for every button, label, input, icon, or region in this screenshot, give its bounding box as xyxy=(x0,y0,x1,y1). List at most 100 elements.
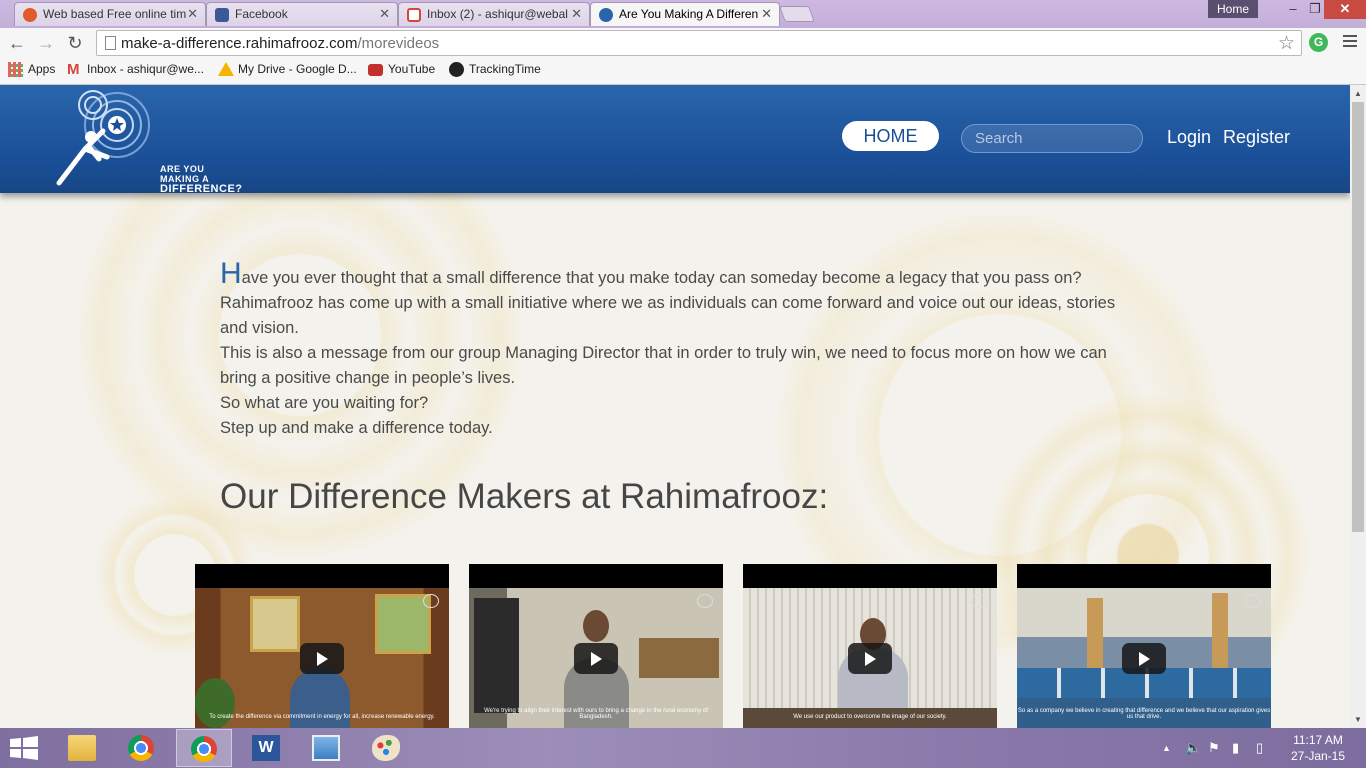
address-bar[interactable]: make-a-difference.rahimafrooz.com/morevi… xyxy=(96,30,1302,56)
tab-inbox[interactable]: Inbox (2) - ashiqur@webal ✕ xyxy=(398,2,590,26)
brand-watermark-icon xyxy=(1245,594,1261,608)
rahimafrooz-icon xyxy=(599,8,613,22)
tab-timer[interactable]: Web based Free online tim ✕ xyxy=(14,2,206,26)
chrome-icon xyxy=(128,735,154,761)
taskbar-chrome-active[interactable] xyxy=(176,729,232,767)
url-text: make-a-difference.rahimafrooz.com/morevi… xyxy=(121,35,440,52)
trackingtime-icon xyxy=(449,62,464,77)
close-tab-icon[interactable]: ✕ xyxy=(571,6,582,22)
search-input[interactable] xyxy=(961,124,1143,153)
intro-paragraph: So what are you waiting for? xyxy=(220,394,429,412)
login-link[interactable]: Login xyxy=(1167,127,1211,148)
forward-arrow-icon[interactable]: → xyxy=(35,32,57,54)
chrome-menu-icon[interactable] xyxy=(1343,35,1357,50)
back-arrow-icon[interactable]: ← xyxy=(6,32,28,54)
bookmark-google-drive[interactable]: My Drive - Google D... xyxy=(218,62,357,76)
video-thumbnail[interactable]: We're trying to align their interest wit… xyxy=(469,564,723,728)
intro-paragraph: Step up and make a difference today. xyxy=(220,419,493,437)
play-button-icon[interactable] xyxy=(1122,643,1166,674)
register-link[interactable]: Register xyxy=(1223,127,1290,148)
browser-tab-strip: Web based Free online tim ✕ Facebook ✕ I… xyxy=(0,0,1366,28)
brand-watermark-icon xyxy=(971,594,987,608)
taskbar-paint[interactable] xyxy=(358,729,414,767)
intro-line-1: Have you ever thought that a small diffe… xyxy=(220,257,1082,290)
gmail-icon: M xyxy=(67,61,80,78)
file-explorer-icon xyxy=(68,735,96,761)
tab-title: Web based Free online tim xyxy=(43,7,187,21)
bookmark-apps[interactable]: Apps xyxy=(8,62,55,77)
intro-text: Have you ever thought that a small diffe… xyxy=(220,257,1140,441)
battery-icon[interactable]: ▯ xyxy=(1256,740,1263,756)
show-hidden-icons[interactable]: ▲ xyxy=(1162,743,1171,753)
window-home-badge: Home xyxy=(1208,0,1258,18)
gmail-icon xyxy=(407,8,421,22)
photo-viewer-icon xyxy=(312,735,340,761)
tab-make-a-difference[interactable]: Are You Making A Differen ✕ xyxy=(590,2,780,26)
windows-taskbar: W ▲ 🔈 ⚑ ▮ ▯ 11:17 AM 27-Jan-15 xyxy=(0,728,1366,768)
drop-cap: H xyxy=(220,257,242,290)
close-tab-icon[interactable]: ✕ xyxy=(379,6,390,22)
system-clock[interactable]: 11:17 AM 27-Jan-15 xyxy=(1280,732,1356,764)
video-caption: To create the difference via commitment … xyxy=(209,714,435,720)
video-thumbnail[interactable]: We use our product to overcome the image… xyxy=(743,564,997,728)
network-signal-icon[interactable]: ▮ xyxy=(1232,740,1239,756)
bookmark-star-icon[interactable]: ☆ xyxy=(1278,32,1295,55)
site-header: ARE YOU MAKING A DIFFERENCE? HOME Login … xyxy=(0,85,1350,195)
page-icon xyxy=(105,36,116,50)
video-thumbnail[interactable]: So as a company we believe in creating t… xyxy=(1017,564,1271,728)
chrome-icon xyxy=(191,736,217,762)
bookmark-trackingtime[interactable]: TrackingTime xyxy=(449,62,541,77)
tab-facebook[interactable]: Facebook ✕ xyxy=(206,2,398,26)
apps-grid-icon xyxy=(8,62,23,77)
video-caption: We're trying to align their interest wit… xyxy=(484,708,708,720)
word-icon: W xyxy=(252,735,280,761)
intro-paragraph: This is also a message from our group Ma… xyxy=(220,344,1107,387)
windows-start-icon[interactable] xyxy=(10,736,38,760)
play-button-icon[interactable] xyxy=(574,643,618,674)
close-tab-icon[interactable]: ✕ xyxy=(187,6,198,22)
taskbar-photo-viewer[interactable] xyxy=(298,729,354,767)
web-page: ARE YOU MAKING A DIFFERENCE? HOME Login … xyxy=(0,85,1350,728)
play-button-icon[interactable] xyxy=(848,643,892,674)
site-logo[interactable]: ARE YOU MAKING A DIFFERENCE? xyxy=(55,87,242,195)
bookmarks-bar: Apps M Inbox - ashiqur@we... My Drive - … xyxy=(0,58,1366,85)
tab-title: Inbox (2) - ashiqur@webal xyxy=(427,7,568,21)
close-tab-icon[interactable]: ✕ xyxy=(761,6,772,22)
logo-wordmark: ARE YOU MAKING A DIFFERENCE? xyxy=(160,164,243,195)
screen: Web based Free online tim ✕ Facebook ✕ I… xyxy=(0,0,1366,768)
video-caption: So as a company we believe in creating t… xyxy=(1017,708,1271,720)
timer-icon xyxy=(23,8,37,22)
scroll-thumb[interactable] xyxy=(1352,102,1364,532)
bookmark-inbox[interactable]: M Inbox - ashiqur@we... xyxy=(67,61,204,78)
browser-toolbar: ← → ↻ make-a-difference.rahimafrooz.com/… xyxy=(0,28,1366,58)
taskbar-word[interactable]: W xyxy=(238,729,294,767)
tab-title: Facebook xyxy=(235,7,288,21)
grammarly-extension-icon[interactable]: G xyxy=(1309,33,1328,52)
new-tab-button[interactable] xyxy=(779,6,815,22)
section-title: Our Difference Makers at Rahimafrooz: xyxy=(220,477,829,516)
taskbar-chrome[interactable] xyxy=(114,729,170,767)
minimize-button[interactable]: – xyxy=(1280,0,1306,19)
scroll-up-icon[interactable]: ▲ xyxy=(1354,89,1362,98)
close-window-button[interactable]: ✕ xyxy=(1324,0,1366,19)
reload-icon[interactable]: ↻ xyxy=(64,32,86,54)
home-button[interactable]: HOME xyxy=(842,121,939,151)
brand-watermark-icon xyxy=(697,594,713,608)
video-thumbnail[interactable]: To create the difference via commitment … xyxy=(195,564,449,728)
page-scrollbar[interactable]: ▲ ▼ xyxy=(1350,85,1366,728)
volume-icon[interactable]: 🔈 xyxy=(1185,740,1201,756)
video-caption: We use our product to overcome the image… xyxy=(793,714,947,720)
play-button-icon[interactable] xyxy=(300,643,344,674)
brand-watermark-icon xyxy=(423,594,439,608)
maximize-button[interactable]: ❐ xyxy=(1306,0,1324,19)
intro-paragraph: Rahimafrooz has come up with a small ini… xyxy=(220,294,1116,337)
bookmark-youtube[interactable]: YouTube xyxy=(368,62,435,76)
youtube-icon xyxy=(368,64,383,76)
google-drive-icon xyxy=(218,62,234,76)
paint-icon xyxy=(372,735,400,761)
taskbar-file-explorer[interactable] xyxy=(54,729,110,767)
scroll-down-icon[interactable]: ▼ xyxy=(1354,715,1362,724)
facebook-icon xyxy=(215,8,229,22)
tab-title: Are You Making A Differen xyxy=(619,7,759,21)
action-center-flag-icon[interactable]: ⚑ xyxy=(1208,740,1220,756)
